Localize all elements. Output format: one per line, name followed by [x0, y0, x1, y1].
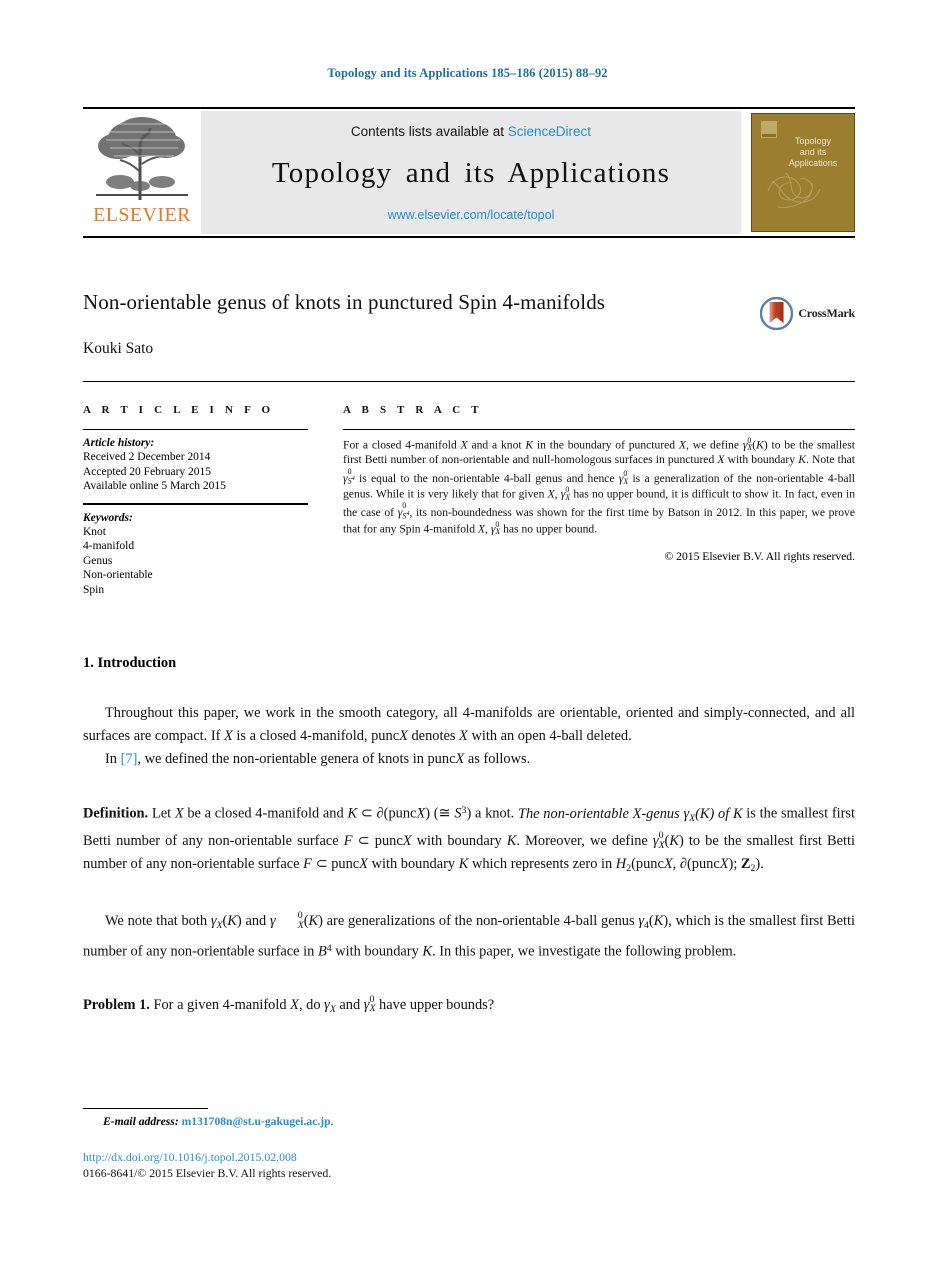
journal-url-link[interactable]: www.elsevier.com/locate/topol: [388, 208, 555, 222]
cover-title-line-3: Applications: [788, 158, 838, 168]
journal-cover-thumbnail: Topology and its Applications: [751, 113, 855, 232]
abstract-copyright: © 2015 Elsevier B.V. All rights reserved…: [664, 549, 855, 563]
elsevier-logo: ELSEVIER: [83, 109, 201, 236]
sciencedirect-link[interactable]: ScienceDirect: [508, 124, 591, 139]
cover-title-line-1: Topology: [794, 136, 832, 146]
article-history-heading: Article history:: [83, 437, 155, 449]
note-paragraph: We note that both γX(K) and γ 0 X (K) are g…: [83, 910, 855, 960]
article-page: Topology and its Applications 185–186 (2…: [0, 0, 935, 1266]
history-available-online: Available online 5 March 2015: [83, 480, 226, 492]
elsevier-tree-icon: [90, 112, 194, 204]
masthead-center-panel: Contents lists available at ScienceDirec…: [201, 111, 741, 234]
email-period: .: [330, 1115, 334, 1128]
journal-masthead: ELSEVIER Contents lists available at Sci…: [83, 107, 855, 238]
problem-label: Problem 1.: [83, 996, 150, 1013]
cover-knot-artwork: [767, 172, 821, 208]
citation-link-7[interactable]: [7]: [121, 751, 138, 767]
abstract-rule: [343, 429, 855, 430]
article-info-heading: A R T I C L E I N F O: [83, 404, 275, 416]
article-body: 1. Introduction Throughout this paper, w…: [83, 655, 855, 1021]
page-footer: E-mail address: m131708n@st.u-gakugei.ac…: [83, 1108, 855, 1181]
intro-paragraph-2: In [7], we defined the non-orientable ge…: [105, 751, 531, 767]
keyword-item: Spin: [83, 583, 105, 596]
definition-paragraph: Definition. Let X be a closed 4-manifold…: [83, 805, 856, 874]
article-info-column: A R T I C L E I N F O Article history: R…: [83, 404, 308, 597]
info-rule-1: [83, 429, 308, 430]
info-rule-2: [83, 502, 308, 505]
cover-title-line-2: and its: [799, 147, 827, 157]
history-accepted: Accepted 20 February 2015: [83, 465, 212, 478]
author-name: Kouki Sato: [83, 340, 154, 357]
problem-paragraph: Problem 1. For a given 4-manifold X, do …: [83, 994, 495, 1015]
history-received: Received 2 December 2014: [83, 451, 211, 463]
issn-copyright-line: 0166-8641/© 2015 Elsevier B.V. All right…: [83, 1166, 332, 1180]
section-divider-top: [83, 381, 855, 382]
keyword-item: Non-orientable: [83, 569, 153, 581]
info-abstract-region: A R T I C L E I N F O Article history: R…: [83, 404, 855, 597]
keywords-heading: Keywords:: [83, 511, 133, 524]
keyword-item: 4-manifold: [83, 540, 135, 552]
email-link[interactable]: m131708n@st.u-gakugei.ac.jp: [182, 1115, 331, 1128]
abstract-heading: A B S T R A C T: [343, 404, 483, 416]
email-footnote: E-mail address: m131708n@st.u-gakugei.ac…: [83, 1115, 855, 1128]
crossmark-label: CrossMark: [798, 306, 855, 320]
definition-label: Definition.: [83, 805, 149, 822]
keyword-item: Genus: [83, 554, 113, 567]
abstract-body: For a closed 4-manifold X and a knot K i…: [343, 436, 856, 537]
crossmark-icon: [760, 297, 794, 330]
cover-title-text: Topology and its Applications: [752, 136, 856, 169]
title-block: Non-orientable genus of knots in punctur…: [83, 290, 855, 358]
elsevier-wordmark: ELSEVIER: [93, 204, 191, 226]
section-heading-introduction: 1. Introduction: [83, 655, 177, 671]
contents-prefix-text: Contents lists available at: [350, 124, 505, 139]
doi-link[interactable]: http://dx.doi.org/10.1016/j.topol.2015.0…: [83, 1150, 855, 1165]
running-head-citation: Topology and its Applications 185–186 (2…: [327, 66, 608, 80]
email-label: E-mail address:: [103, 1115, 179, 1128]
abstract-column: A B S T R A C T For a closed 4-manifold …: [343, 404, 855, 597]
intro-paragraph-1: Throughout this paper, we work in the sm…: [83, 705, 855, 744]
contents-available-line: Contents lists available at ScienceDirec…: [351, 124, 591, 139]
keyword-item: Knot: [83, 525, 106, 538]
page-title: Non-orientable genus of knots in punctur…: [83, 290, 606, 314]
journal-title: Topology and its Applications: [271, 157, 671, 189]
footnote-divider: [83, 1108, 208, 1109]
crossmark-badge[interactable]: CrossMark: [760, 297, 855, 330]
